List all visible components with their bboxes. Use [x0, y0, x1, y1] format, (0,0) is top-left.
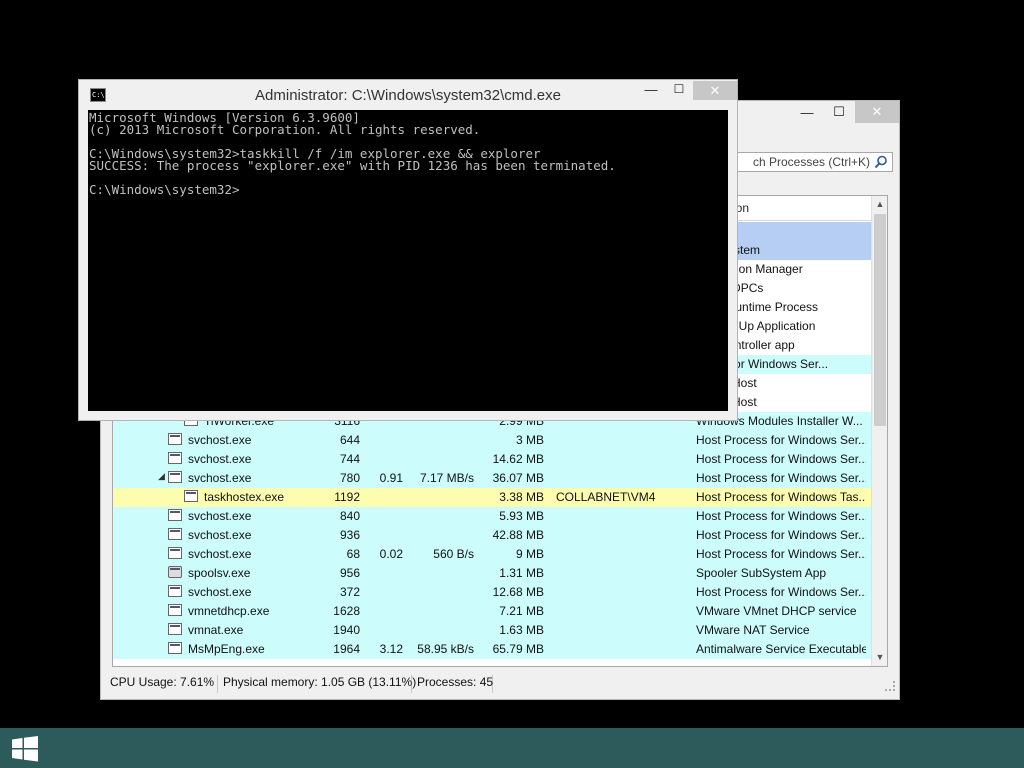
process-description: Antimalware Service Executable: [696, 642, 866, 656]
search-icon[interactable]: [873, 154, 889, 170]
search-placeholder: ch Processes (Ctrl+K): [752, 155, 870, 169]
process-memory: 3.38 MB: [499, 490, 544, 504]
process-icon: [168, 604, 182, 616]
process-row[interactable]: svchost.exe 936 42.88 MB Host Process for W…: [113, 526, 871, 545]
process-pid: 780: [339, 471, 360, 485]
process-icon: [168, 433, 182, 445]
process-memory: 5.93 MB: [499, 509, 544, 523]
process-count-status: Processes: 45: [413, 675, 493, 693]
process-icon: [168, 509, 182, 521]
process-name: vmnetdhcp.exe: [188, 604, 270, 618]
resize-grip-icon[interactable]: [885, 681, 895, 691]
process-icon: [184, 490, 198, 502]
vertical-scrollbar[interactable]: ▲ ▼: [871, 196, 887, 666]
process-row[interactable]: spoolsv.exe 956 1.31 MB Spooler SubSystem A…: [113, 564, 871, 583]
close-button[interactable]: ✕: [855, 101, 899, 123]
process-icon: [168, 623, 182, 635]
process-pid: 68: [346, 547, 360, 561]
process-row[interactable]: vmnat.exe 1940 1.63 MB VMware NAT Service: [113, 621, 871, 640]
process-pid: 840: [339, 509, 360, 523]
process-row[interactable]: taskhostex.exe 1192 3.38 MB COLLABNET\VM4 Ho…: [113, 488, 871, 507]
process-name: svchost.exe: [188, 452, 252, 466]
process-description: Host Process for Windows Ser...: [696, 433, 866, 447]
process-name: svchost.exe: [188, 585, 252, 599]
process-description: Host Process for Windows Ser...: [696, 528, 866, 542]
process-description: Host Process for Windows Tas...: [696, 490, 866, 504]
maximize-button[interactable]: ☐: [823, 101, 855, 123]
status-bar: CPU Usage: 7.61% Physical memory: 1.05 G…: [101, 671, 899, 695]
process-pid: 372: [339, 585, 360, 599]
close-button[interactable]: ✕: [693, 81, 737, 100]
process-row[interactable]: svchost.exe 644 3 MB Host Process for Windo…: [113, 431, 871, 450]
process-name: svchost.exe: [188, 433, 252, 447]
console-output[interactable]: Microsoft Windows [Version 6.3.9600] (c)…: [88, 110, 728, 411]
process-row[interactable]: svchost.exe 372 12.68 MB Host Process for W…: [113, 583, 871, 602]
scrollbar-thumb[interactable]: [874, 214, 886, 426]
process-memory: 7.21 MB: [499, 604, 544, 618]
process-description: Host Process for Windows Ser...: [696, 452, 866, 466]
process-icon: [168, 528, 182, 540]
process-name: svchost.exe: [188, 528, 252, 542]
title-bar[interactable]: C:\ Administrator: C:\Windows\system32\c…: [79, 80, 737, 110]
search-input[interactable]: ch Processes (Ctrl+K): [735, 152, 893, 172]
process-description: Host Process for Windows Ser...: [696, 585, 866, 599]
process-icon: [168, 452, 182, 464]
process-pid: 1964: [333, 642, 360, 656]
process-row[interactable]: svchost.exe 68 0.02 560 B/s 9 MB Host Process…: [113, 545, 871, 564]
process-pid: 936: [339, 528, 360, 542]
process-description: VMware VMnet DHCP service: [696, 604, 857, 618]
tree-collapse-icon[interactable]: ◢: [158, 471, 165, 482]
process-icon: [168, 585, 182, 597]
process-memory: 9 MB: [515, 547, 544, 561]
minimize-button[interactable]: —: [637, 82, 665, 102]
process-row[interactable]: svchost.exe 744 14.62 MB Host Process for W…: [113, 450, 871, 469]
process-description: Host Process for Windows Ser...: [696, 547, 866, 561]
process-row[interactable]: vmnetdhcp.exe 1628 7.21 MB VMware VMnet DHC…: [113, 602, 871, 621]
process-icon: [168, 642, 182, 654]
process-user: COLLABNET\VM4: [556, 490, 656, 504]
process-memory: 3 MB: [515, 433, 544, 447]
process-pid: 1192: [334, 490, 360, 504]
process-pid: 644: [339, 433, 360, 447]
printer-icon: [168, 566, 182, 578]
process-pid: 744: [339, 452, 360, 466]
process-icon: [168, 471, 182, 483]
process-icon: [168, 547, 182, 559]
scroll-down-arrow-icon[interactable]: ▼: [872, 649, 887, 666]
process-description: Host Process for Windows Ser...: [696, 471, 866, 485]
process-row[interactable]: ◢ svchost.exe 780 0.91 7.17 MB/s 36.07 MB Host…: [113, 469, 871, 488]
process-pid: 956: [339, 566, 360, 580]
process-memory: 42.88 MB: [492, 528, 544, 542]
taskbar: [0, 728, 1024, 768]
process-name: svchost.exe: [188, 547, 252, 561]
maximize-button[interactable]: ☐: [665, 82, 693, 102]
process-row[interactable]: svchost.exe 840 5.93 MB Host Process for Wi…: [113, 507, 871, 526]
process-row[interactable]: MsMpEng.exe 1964 3.12 58.95 kB/s 65.79 MB Ant…: [113, 640, 871, 659]
process-memory: 12.68 MB: [492, 585, 544, 599]
process-description: VMware NAT Service: [696, 623, 810, 637]
process-description: Host Process for Windows Ser...: [696, 509, 866, 523]
process-memory: 36.07 MB: [492, 471, 544, 485]
process-memory: 1.31 MB: [499, 566, 544, 580]
process-memory: 65.79 MB: [492, 642, 544, 656]
process-name: spoolsv.exe: [188, 566, 251, 580]
physical-memory-status: Physical memory: 1.05 GB (13.11%): [219, 675, 416, 693]
process-description: Spooler SubSystem App: [696, 566, 827, 580]
process-memory: 1.63 MB: [499, 623, 544, 637]
process-name: svchost.exe: [188, 509, 252, 523]
process-name: taskhostex.exe: [204, 490, 285, 504]
process-memory: 14.62 MB: [492, 452, 544, 466]
process-name: svchost.exe: [188, 471, 252, 485]
process-name: vmnat.exe: [188, 623, 244, 637]
windows-start-icon[interactable]: [12, 736, 38, 762]
cpu-usage-status: CPU Usage: 7.61%: [106, 675, 218, 693]
scroll-up-arrow-icon[interactable]: ▲: [872, 196, 887, 213]
minimize-button[interactable]: —: [791, 101, 823, 123]
process-pid: 1628: [333, 604, 360, 618]
process-name: MsMpEng.exe: [188, 642, 265, 656]
command-prompt-window[interactable]: C:\ Administrator: C:\Windows\system32\c…: [78, 79, 738, 421]
process-pid: 1940: [333, 623, 360, 637]
